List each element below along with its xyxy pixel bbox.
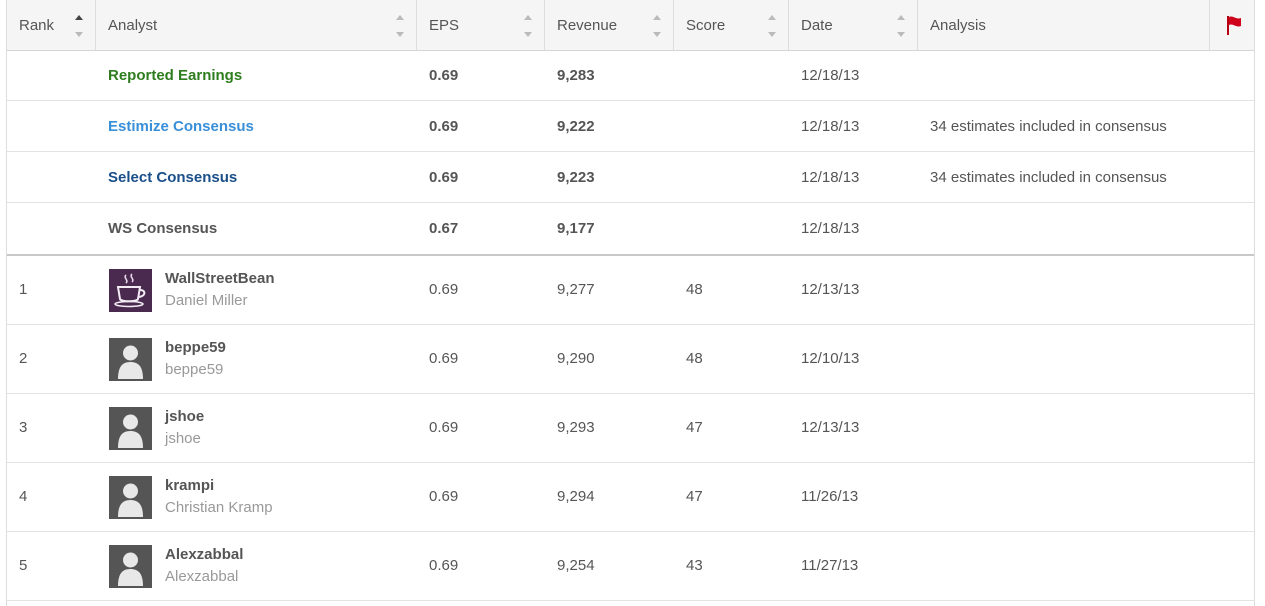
revenue-value: 9,222 [557,118,595,135]
eps-value: 0.69 [429,488,459,505]
column-header-eps[interactable]: EPS [417,0,545,50]
reported-earnings-link[interactable]: Reported Earnings [108,67,242,84]
eps-value: 0.67 [429,220,459,237]
coffee-cup-avatar[interactable] [109,269,152,312]
estimates-table: Rank Analyst EPS Revenue Score Date Anal… [6,0,1255,606]
analyst-username[interactable]: krampi [165,477,214,494]
rank-value: 3 [19,419,28,436]
column-header-score[interactable]: Score [674,0,789,50]
eps-value: 0.69 [429,169,459,186]
consensus-row-select: Select Consensus 0.69 9,223 12/18/13 34 … [7,152,1254,203]
revenue-value: 9,290 [557,350,595,367]
column-header-analysis: Analysis [918,0,1210,50]
date-value: 12/10/13 [801,350,860,367]
consensus-row-estimize: Estimize Consensus 0.69 9,222 12/18/13 3… [7,101,1254,152]
analyst-realname: beppe59 [165,361,224,378]
ws-consensus-label: WS Consensus [108,220,218,237]
column-header-analyst[interactable]: Analyst [96,0,417,50]
date-value: 12/18/13 [801,169,860,186]
revenue-value: 9,277 [557,281,595,298]
eps-value: 0.69 [429,557,459,574]
score-value: 48 [686,350,703,367]
date-value: 12/18/13 [801,118,860,135]
analyst-row[interactable]: 4 krampi Christian Kramp 0.69 9,294 47 1… [7,463,1254,532]
analysis-text: 34 estimates included in consensus [930,118,1167,135]
eps-value: 0.69 [429,67,459,84]
revenue-value: 9,254 [557,557,595,574]
sort-arrows-icon[interactable] [897,15,905,37]
date-value: 11/27/13 [801,557,859,574]
sort-arrows-icon[interactable] [524,15,532,37]
sort-arrows-icon[interactable] [396,15,404,37]
analyst-row[interactable]: 1 WallStreetBean Daniel Miller 0.69 9,27… [7,256,1254,325]
date-value: 12/13/13 [801,281,860,298]
default-person-avatar[interactable] [109,338,152,381]
rank-value: 2 [19,350,28,367]
eps-value: 0.69 [429,118,459,135]
rank-value: 1 [19,281,28,298]
analyst-row[interactable]: 3 jshoe jshoe 0.69 9,293 47 12/13/13 [7,394,1254,463]
eps-value: 0.69 [429,281,459,298]
analyst-realname: Daniel Miller [165,292,248,309]
estimize-consensus-link[interactable]: Estimize Consensus [108,118,254,135]
score-value: 47 [686,488,703,505]
eps-value: 0.69 [429,350,459,367]
revenue-value: 9,283 [557,67,595,84]
column-header-rank[interactable]: Rank [7,0,96,50]
sort-arrows-icon[interactable] [75,15,83,37]
column-header-revenue[interactable]: Revenue [545,0,674,50]
select-consensus-link[interactable]: Select Consensus [108,169,237,186]
analyst-username[interactable]: jshoe [165,408,204,425]
analyst-realname: Alexzabbal [165,568,239,585]
revenue-value: 9,293 [557,419,595,436]
score-value: 47 [686,419,703,436]
date-value: 11/26/13 [801,488,859,505]
eps-value: 0.69 [429,419,459,436]
analyst-row[interactable]: 5 Alexzabbal Alexzabbal 0.69 9,254 43 11… [7,532,1254,601]
rank-value: 4 [19,488,28,505]
column-header-date[interactable]: Date [789,0,918,50]
default-person-avatar[interactable] [109,545,152,588]
default-person-avatar[interactable] [109,476,152,519]
revenue-value: 9,294 [557,488,595,505]
analysis-text: 34 estimates included in consensus [930,169,1167,186]
date-value: 12/13/13 [801,419,860,436]
revenue-value: 9,223 [557,169,595,186]
score-value: 43 [686,557,703,574]
revenue-value: 9,177 [557,220,595,237]
date-value: 12/18/13 [801,67,860,84]
score-value: 48 [686,281,703,298]
analyst-realname: jshoe [165,430,201,447]
red-flag-icon[interactable] [1225,14,1243,36]
analyst-username[interactable]: beppe59 [165,339,226,356]
table-header: Rank Analyst EPS Revenue Score Date Anal… [7,0,1254,51]
consensus-row-reported: Reported Earnings 0.69 9,283 12/18/13 [7,50,1254,101]
analyst-row[interactable]: 2 beppe59 beppe59 0.69 9,290 48 12/10/13 [7,325,1254,394]
analyst-username[interactable]: Alexzabbal [165,546,243,563]
consensus-row-ws: WS Consensus 0.67 9,177 12/18/13 [7,203,1254,254]
rank-value: 5 [19,557,28,574]
default-person-avatar[interactable] [109,407,152,450]
sort-arrows-icon[interactable] [653,15,661,37]
analyst-username[interactable]: WallStreetBean [165,270,274,287]
sort-arrows-icon[interactable] [768,15,776,37]
date-value: 12/18/13 [801,220,860,237]
analyst-realname: Christian Kramp [165,499,273,516]
